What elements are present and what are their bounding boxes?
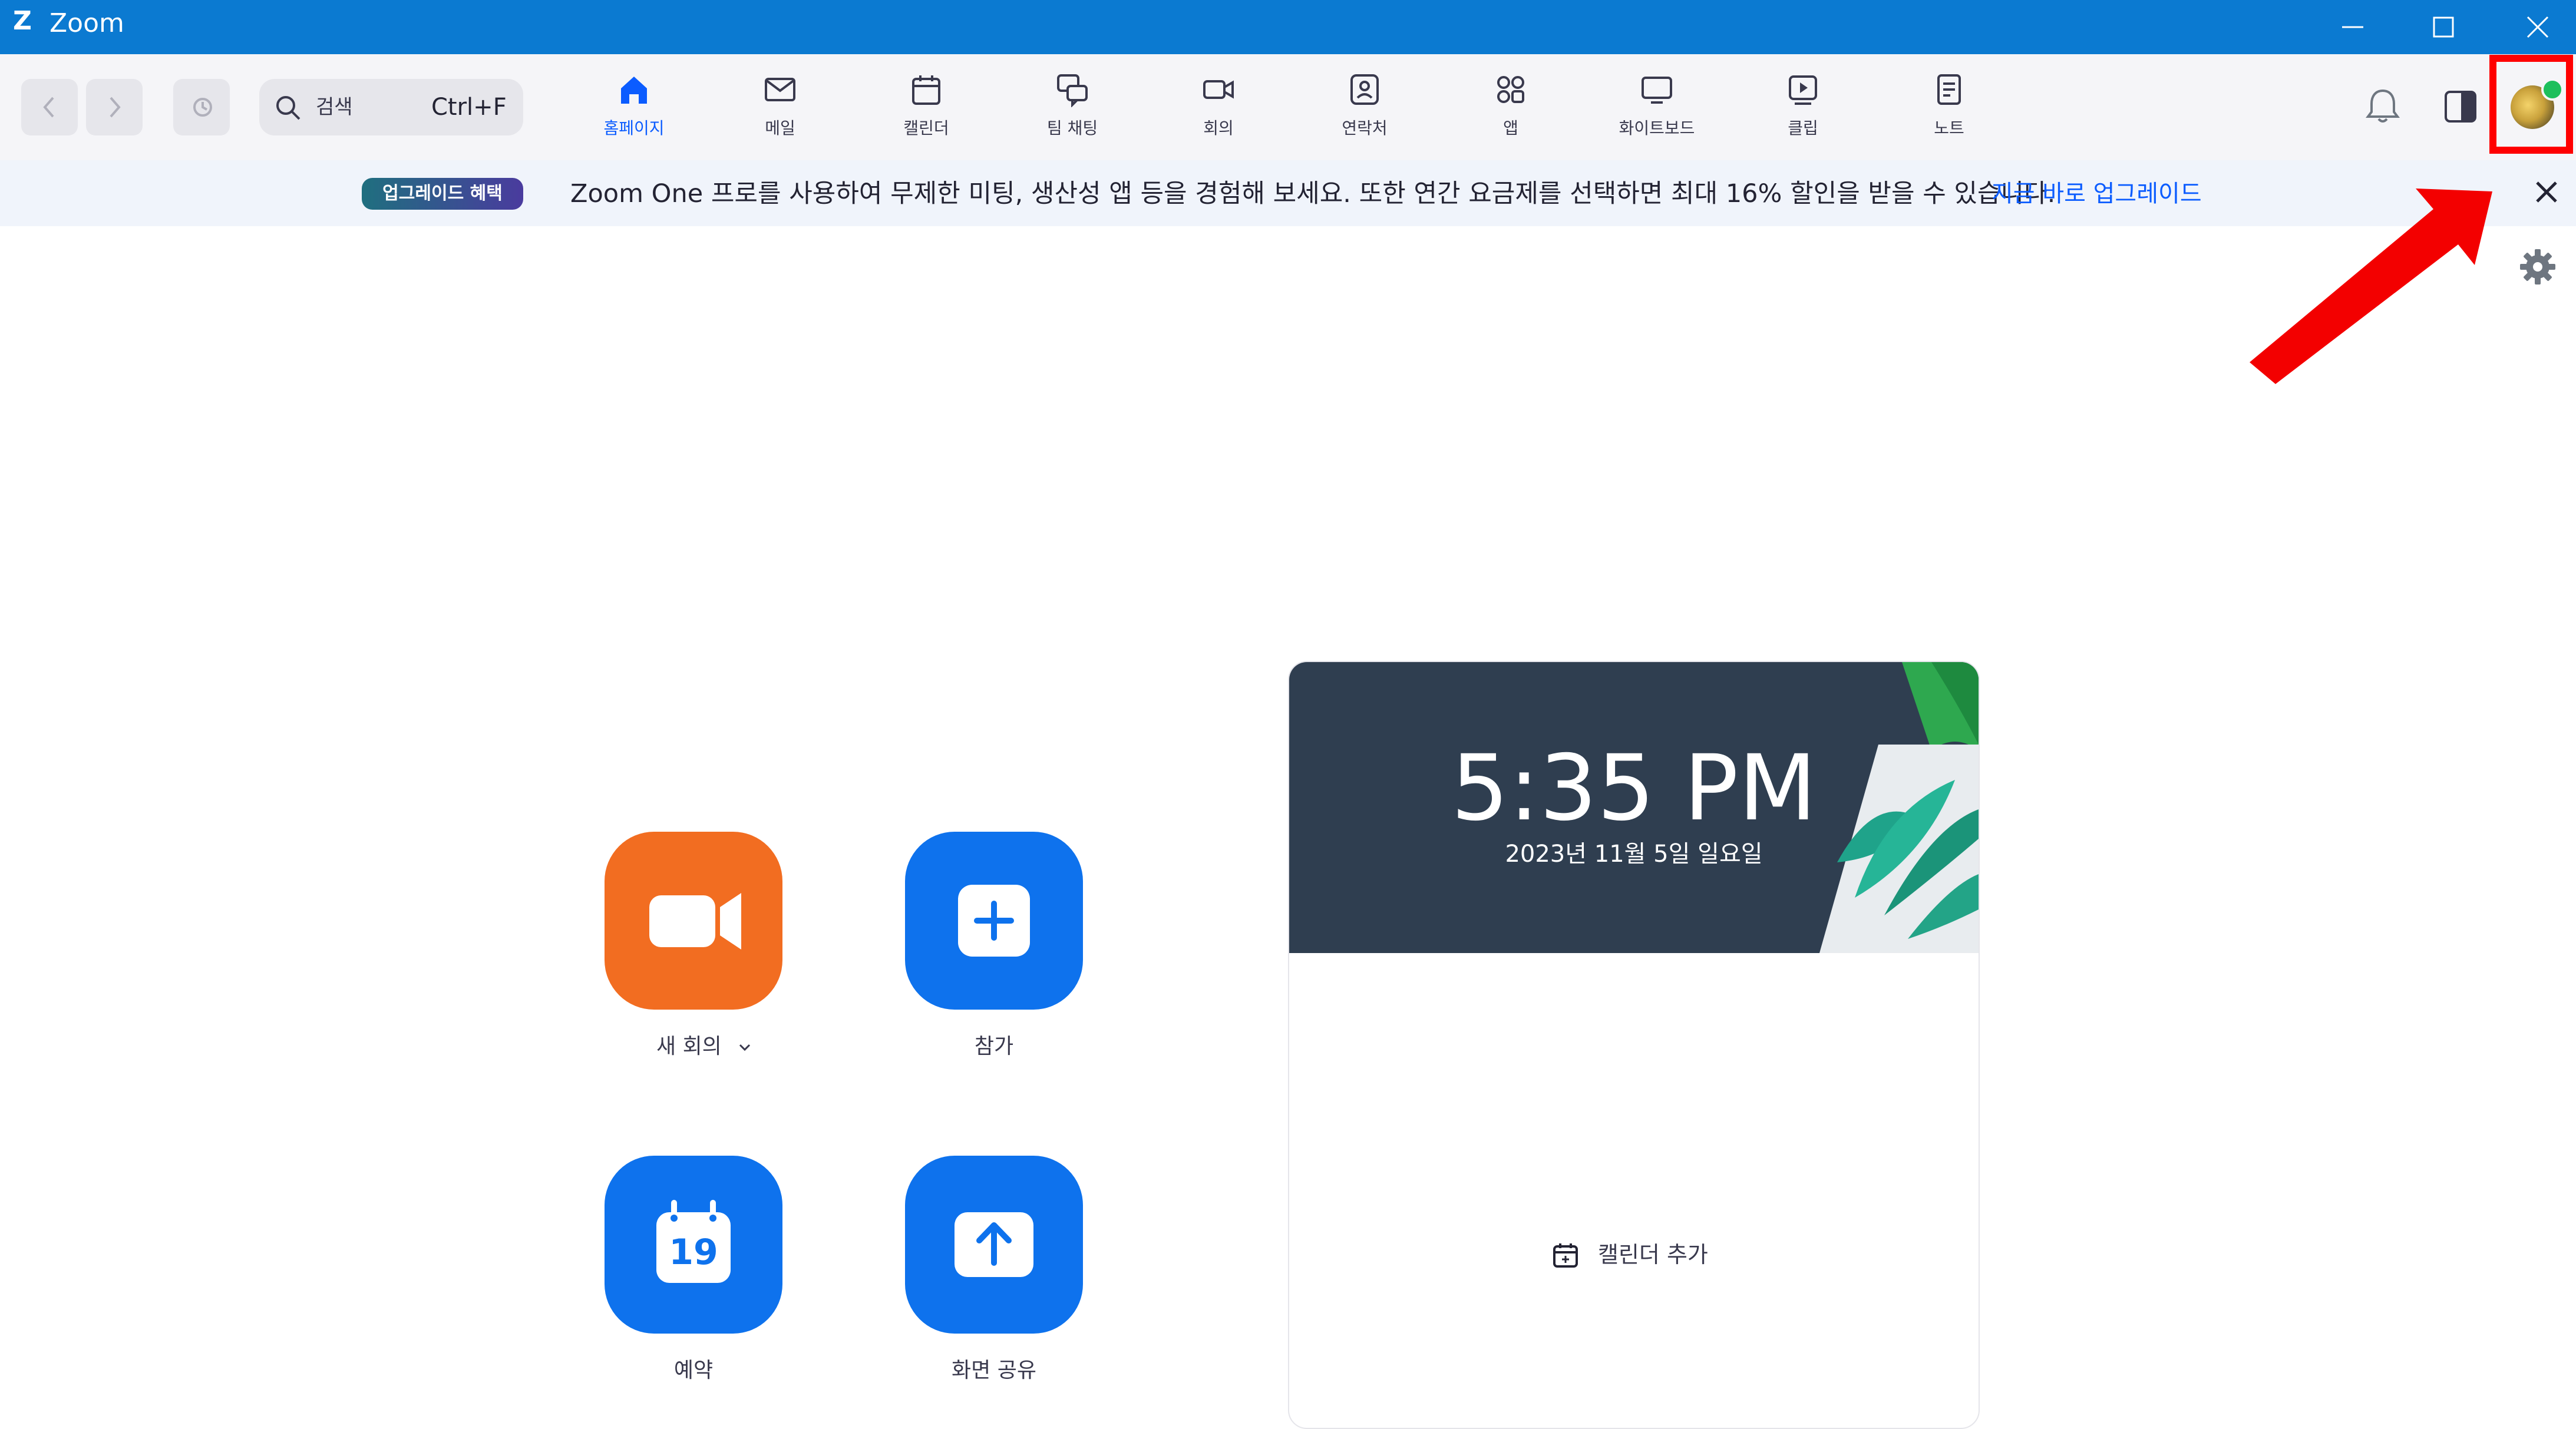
search-shortcut: Ctrl+F	[431, 94, 507, 121]
apps-icon	[1497, 76, 1524, 103]
tab-label: 화이트보드	[1619, 118, 1695, 138]
search-input[interactable]: 검색 Ctrl+F	[259, 79, 523, 135]
new-meeting-label[interactable]: 새 회의	[656, 1032, 753, 1061]
chevron-left-icon	[43, 97, 54, 118]
plus-icon	[958, 885, 1030, 957]
notifications-button[interactable]	[2356, 80, 2409, 133]
clock-hero: 5:35 PM 2023년 11월 5일 일요일	[1289, 662, 1979, 953]
window-title: Zoom	[49, 8, 124, 38]
gear-icon	[2520, 249, 2555, 285]
tab-calendar[interactable]: 캘린더	[867, 66, 985, 154]
chevron-down-icon	[739, 1044, 751, 1051]
chat-icon	[1057, 74, 1088, 107]
tab-clips[interactable]: 클립	[1744, 66, 1862, 154]
profile-avatar-button[interactable]	[2489, 55, 2573, 154]
close-icon	[2527, 16, 2549, 38]
tab-home[interactable]: 홈페이지	[575, 66, 693, 154]
tab-label: 회의	[1203, 118, 1234, 138]
main-toolbar: 검색 Ctrl+F 홈페이지 메일 캘린더 팀 채팅 회의 연락처 앱 화이트보…	[0, 54, 2576, 160]
side-panel-icon	[2445, 91, 2476, 123]
notes-icon	[1937, 74, 1961, 105]
video-icon	[1203, 80, 1234, 99]
maximize-icon	[2433, 16, 2454, 38]
whiteboard-icon	[1642, 77, 1672, 104]
upgrade-badge: 업그레이드 혜택	[362, 178, 523, 210]
search-icon	[276, 96, 300, 120]
bell-icon	[2366, 89, 2400, 123]
close-icon	[2536, 181, 2557, 203]
join-label[interactable]: 참가	[906, 1032, 1082, 1061]
join-button[interactable]	[905, 832, 1083, 1010]
banner-close-button[interactable]	[2528, 173, 2565, 211]
contacts-icon	[1350, 74, 1379, 105]
tab-label: 캘린더	[903, 118, 949, 138]
new-meeting-text: 새 회의	[656, 1034, 722, 1058]
tab-label: 연락처	[1342, 118, 1388, 138]
minimize-icon	[2342, 26, 2363, 28]
arrow-up-icon	[955, 1212, 1033, 1277]
forward-button[interactable]	[86, 79, 143, 135]
tab-team-chat[interactable]: 팀 채팅	[1013, 66, 1131, 154]
upgrade-banner: 업그레이드 혜택 Zoom One 프로를 사용하여 무제한 미팅, 생산성 앱…	[0, 160, 2576, 226]
settings-button[interactable]	[2517, 246, 2558, 287]
add-calendar-label: 캘린더 추가	[1598, 1242, 1708, 1268]
tab-mail[interactable]: 메일	[721, 66, 839, 154]
zoom-logo-icon: Z	[13, 6, 32, 36]
clock-time: 5:35 PM	[1451, 736, 1817, 841]
close-window-button[interactable]	[2499, 0, 2576, 54]
clock-date: 2023년 11월 5일 일요일	[1505, 841, 1763, 868]
tab-label: 앱	[1503, 118, 1518, 138]
share-screen-button[interactable]	[905, 1156, 1083, 1334]
video-camera-icon	[649, 893, 741, 950]
tab-label: 클립	[1788, 118, 1818, 138]
calendar-icon	[912, 75, 940, 105]
clips-icon	[1789, 75, 1817, 105]
banner-message: Zoom One 프로를 사용하여 무제한 미팅, 생산성 앱 등을 경험해 보…	[570, 179, 2056, 209]
tab-label: 메일	[765, 118, 795, 138]
chevron-right-icon	[110, 97, 121, 118]
new-meeting-button[interactable]	[605, 832, 782, 1010]
back-button[interactable]	[21, 79, 78, 135]
calendar-plus-icon	[1553, 1243, 1578, 1268]
clock-calendar-card: 5:35 PM 2023년 11월 5일 일요일 캘린더 추가	[1288, 661, 1980, 1429]
tab-label: 노트	[1934, 118, 1964, 138]
tab-label: 팀 채팅	[1046, 118, 1098, 138]
tab-contacts[interactable]: 연락처	[1306, 66, 1424, 154]
minimize-button[interactable]	[2314, 0, 2391, 54]
side-panel-button[interactable]	[2434, 80, 2487, 133]
mail-icon	[765, 78, 795, 101]
red-arrow-annotation	[2250, 188, 2492, 384]
schedule-label[interactable]: 예약	[605, 1356, 782, 1385]
tab-label: 홈페이지	[603, 118, 665, 138]
maximize-button[interactable]	[2405, 0, 2482, 54]
share-screen-label[interactable]: 화면 공유	[906, 1356, 1082, 1385]
search-placeholder: 검색	[316, 95, 353, 119]
history-button[interactable]	[173, 79, 230, 135]
tab-meetings[interactable]: 회의	[1160, 66, 1277, 154]
upgrade-now-link[interactable]: 지금 바로 업그레이드	[1992, 177, 2202, 211]
online-status-dot	[2541, 78, 2564, 101]
title-bar: Z Zoom	[0, 0, 2576, 54]
tab-whiteboard[interactable]: 화이트보드	[1598, 66, 1716, 154]
schedule-button[interactable]: 19	[605, 1156, 782, 1334]
history-icon	[193, 98, 212, 117]
home-icon	[621, 77, 647, 104]
tab-notes[interactable]: 노트	[1890, 66, 2008, 154]
tab-apps[interactable]: 앱	[1452, 66, 1570, 154]
calendar-day-number: 19	[669, 1232, 718, 1273]
